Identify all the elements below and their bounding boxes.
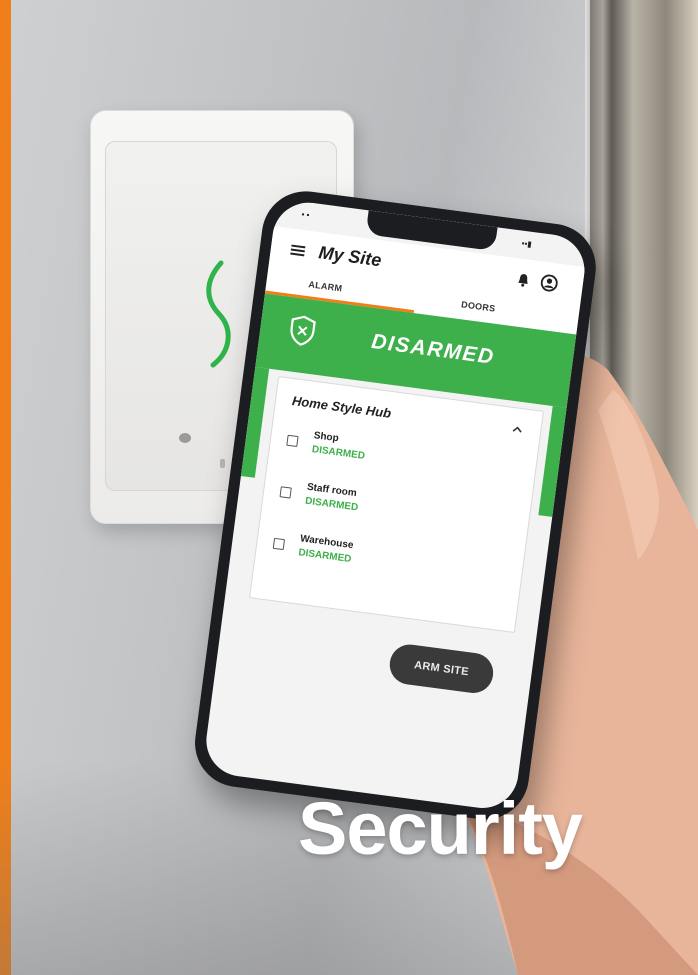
bell-icon[interactable] bbox=[516, 272, 531, 288]
arm-site-button[interactable]: ARM SITE bbox=[387, 642, 496, 696]
tab-doors[interactable]: DOORS bbox=[461, 299, 497, 313]
status-rail-right bbox=[538, 406, 567, 517]
alarm-status-text: DISARMED bbox=[370, 329, 497, 369]
status-bar-time: ▪ ▪ bbox=[301, 209, 311, 220]
chevron-up-icon[interactable] bbox=[512, 426, 523, 433]
tab-alarm[interactable]: ALARM bbox=[308, 279, 343, 293]
zone-checkbox[interactable] bbox=[279, 486, 292, 499]
headline: Security bbox=[298, 787, 583, 870]
reader-logo-icon bbox=[179, 433, 191, 443]
shield-icon bbox=[290, 315, 316, 346]
hub-name: Home Style Hub bbox=[291, 393, 393, 421]
status-bar-icons: ▪▪▮ bbox=[521, 238, 533, 249]
account-icon[interactable] bbox=[540, 274, 559, 293]
phone-screen: ▪ ▪ ▪▪▮ My Site ALARM DOORS DISARMED Hom… bbox=[202, 198, 589, 813]
zone-status: DISARMED bbox=[311, 444, 366, 462]
page-title: My Site bbox=[317, 242, 383, 271]
menu-icon[interactable] bbox=[290, 244, 306, 257]
zone-checkbox[interactable] bbox=[272, 537, 286, 551]
hub-card: Home Style Hub Shop DISARMED Staff room … bbox=[249, 375, 544, 634]
smartphone: ▪ ▪ ▪▪▮ My Site ALARM DOORS DISARMED Hom… bbox=[188, 186, 655, 844]
photo-scene: ▪ ▪ ▪▪▮ My Site ALARM DOORS DISARMED Hom… bbox=[0, 0, 698, 975]
zone-name: Shop bbox=[313, 430, 340, 445]
status-rail-left bbox=[240, 366, 270, 478]
zone-checkbox[interactable] bbox=[286, 434, 299, 448]
